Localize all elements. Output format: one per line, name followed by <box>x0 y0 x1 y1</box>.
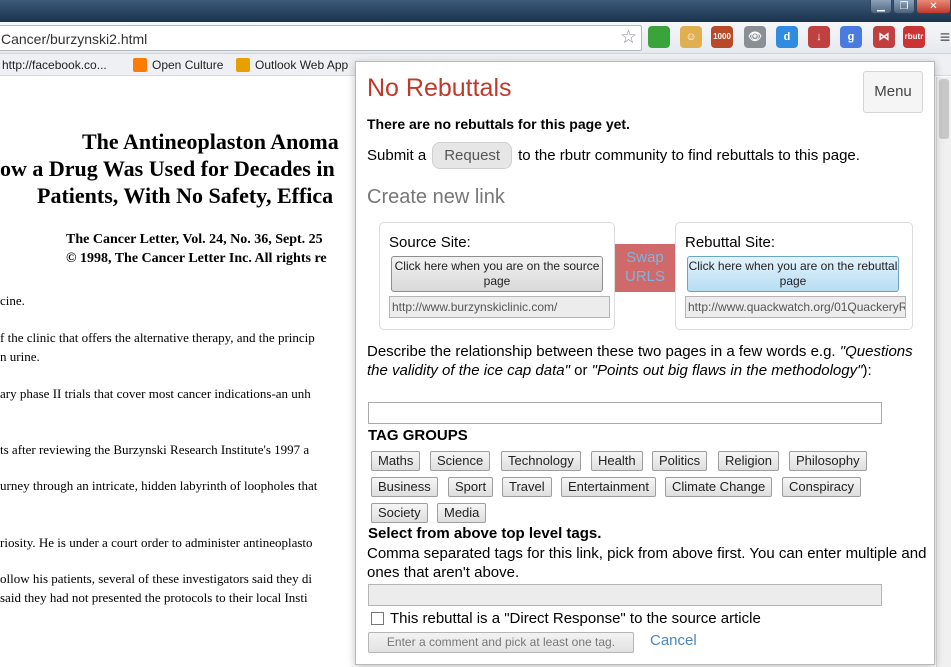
submit-prefix: Submit a <box>367 147 427 164</box>
describe-relationship-text: Describe the relationship between these … <box>367 342 927 380</box>
article-citation: The Cancer Letter, Vol. 24, No. 36, Sept… <box>66 232 323 247</box>
maximize-button[interactable]: ❐ <box>893 0 915 14</box>
article-text-line: riosity. He is under a court order to ad… <box>0 535 313 550</box>
relationship-description-input[interactable] <box>368 402 882 424</box>
cancel-link[interactable]: Cancel <box>650 632 697 649</box>
submit-comment-button[interactable]: Enter a comment and pick at least one ta… <box>368 632 634 653</box>
tag-entertainment[interactable]: Entertainment <box>561 477 656 497</box>
share-icon[interactable]: ⋈ <box>873 26 895 48</box>
bookmark-label: Outlook Web App <box>255 58 349 72</box>
tag-technology[interactable]: Technology <box>501 451 581 471</box>
source-page-button[interactable]: Click here when you are on the source pa… <box>391 256 603 292</box>
tag-business[interactable]: Business <box>371 477 438 497</box>
create-link-title: Create new link <box>367 186 505 208</box>
article-text-line: ollow his patients, several of these inv… <box>0 571 312 586</box>
bookmark-facebook[interactable]: http://facebook.co... <box>2 58 107 72</box>
tag-media[interactable]: Media <box>437 503 487 523</box>
submit-request-line: Submit a Request to the rbutr community to… <box>367 142 860 169</box>
rebuttal-page-button[interactable]: Click here when you are on the rebuttal … <box>687 256 899 292</box>
rbutr-popup: No Rebuttals Menu There are no rebuttals… <box>355 61 935 665</box>
outlook-icon <box>236 58 250 72</box>
address-url[interactable]: Cancer/burzynski2.html <box>1 31 147 47</box>
article-text-line: ary phase II trials that cover most canc… <box>0 386 311 401</box>
popup-title: No Rebuttals <box>367 74 512 102</box>
article-text-line: urney through an intricate, hidden labyr… <box>0 478 318 493</box>
swap-urls-button[interactable]: Swap URLS <box>615 244 675 292</box>
rbutr-icon[interactable]: rbutr <box>903 26 925 48</box>
tag-society[interactable]: Society <box>371 503 428 523</box>
rebuttal-url-field[interactable]: http://www.quackwatch.org/01QuackeryRel <box>685 296 906 318</box>
tag-maths[interactable]: Maths <box>371 451 421 471</box>
article-text-line: cine. <box>0 293 25 308</box>
article-text-line: said they had not presented the protocol… <box>0 590 308 605</box>
direct-response-checkbox[interactable] <box>371 612 384 625</box>
tags-instructions: Comma separated tags for this link, pick… <box>367 545 927 581</box>
open-culture-icon <box>133 58 147 72</box>
eye-icon[interactable]: 👁 <box>744 26 766 48</box>
tag-health[interactable]: Health <box>591 451 643 471</box>
article-title-line-2: ow a Drug Was Used for Decades in <box>0 156 335 181</box>
tag-conspiracy[interactable]: Conspiracy <box>782 477 862 497</box>
direct-response-label: This rebuttal is a "Direct Response" to … <box>390 610 761 627</box>
bookmark-label: Open Culture <box>152 58 224 72</box>
describe-or: or <box>569 362 592 379</box>
rebuttal-site-label: Rebuttal Site: <box>685 234 776 251</box>
google-icon[interactable]: g <box>840 26 862 48</box>
download-icon[interactable]: ↓ <box>808 26 830 48</box>
rss-icon[interactable]: 1000 <box>711 26 733 48</box>
smiley-icon[interactable]: ☺ <box>680 26 702 48</box>
request-button[interactable]: Request <box>432 142 513 169</box>
submit-suffix: to the rbutr community to find rebuttals… <box>518 147 860 164</box>
scroll-thumb[interactable] <box>939 79 949 139</box>
tag-groups-title: TAG GROUPS <box>368 427 468 444</box>
tag-philosophy[interactable]: Philosophy <box>789 451 867 471</box>
tags-input[interactable] <box>368 584 882 606</box>
tag-travel[interactable]: Travel <box>502 477 552 497</box>
source-site-box: Source Site: Click here when you are on … <box>379 222 615 330</box>
page-scrollbar[interactable] <box>936 77 951 667</box>
tag-climate-change[interactable]: Climate Change <box>665 477 773 497</box>
green-circle-icon[interactable] <box>648 26 670 48</box>
describe-example-2: "Points out big flaws in the methodology… <box>591 362 863 379</box>
menu-icon[interactable]: ≡ <box>938 26 951 48</box>
tag-religion[interactable]: Religion <box>718 451 779 471</box>
tag-politics[interactable]: Politics <box>652 451 708 471</box>
no-rebuttals-message: There are no rebuttals for this page yet… <box>367 116 630 132</box>
bookmark-outlook[interactable]: Outlook Web App <box>236 58 348 72</box>
article-title-line-1: The Antineoplaston Anoma <box>82 129 339 154</box>
menu-button[interactable]: Menu <box>863 71 923 113</box>
minimize-button[interactable]: ▁ <box>870 0 892 14</box>
tag-science[interactable]: Science <box>430 451 491 471</box>
close-button[interactable]: ✕ <box>916 0 951 14</box>
article-text-line: f the clinic that offers the alternative… <box>0 330 315 345</box>
article-copyright: © 1998, The Cancer Letter Inc. All right… <box>66 251 327 266</box>
article-title-line-3: Patients, With No Safety, Effica <box>37 183 334 208</box>
select-top-level-text: Select from above top level tags. <box>368 525 602 542</box>
address-bar[interactable]: Cancer/burzynski2.html ☆ <box>0 25 642 51</box>
source-url-field[interactable]: http://www.burzynskiclinic.com/ <box>389 296 610 318</box>
source-site-label: Source Site: <box>389 234 471 251</box>
bookmark-star-icon[interactable]: ☆ <box>620 27 637 49</box>
rebuttal-site-box: Rebuttal Site: Click here when you are o… <box>675 222 913 330</box>
describe-suffix: ): <box>862 362 872 379</box>
browser-toolbar: Cancer/burzynski2.html ☆ ☺ 1000 👁 d ↓ g ⋈ rbutr… <box>0 22 951 54</box>
bookmark-open-culture[interactable]: Open Culture <box>133 58 223 72</box>
window-titlebar: ▁ ❐ ✕ <box>0 0 951 22</box>
describe-prefix: Describe the relationship between these … <box>367 343 840 360</box>
article-text-line: ts after reviewing the Burzynski Researc… <box>0 442 310 457</box>
d-icon[interactable]: d <box>776 26 798 48</box>
tag-sport[interactable]: Sport <box>448 477 494 497</box>
article-text-line: n urine. <box>0 349 40 364</box>
bookmark-label: http://facebook.co... <box>2 58 107 72</box>
